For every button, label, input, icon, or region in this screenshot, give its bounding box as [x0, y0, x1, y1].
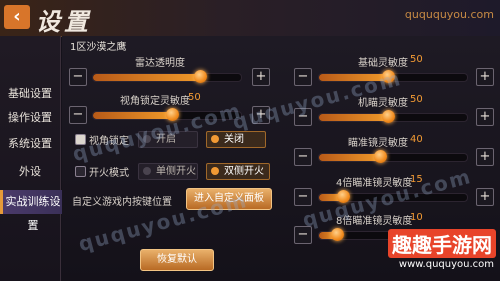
iron-sight-sens-slider[interactable]: [318, 110, 468, 123]
base-sens-minus[interactable]: −: [294, 68, 312, 86]
radio-dot-icon: [211, 167, 219, 175]
scope-sens-fill: [319, 154, 381, 161]
fire-mode-double-radio[interactable]: 双侧开火: [206, 163, 270, 180]
scope-sens-minus[interactable]: −: [294, 148, 312, 166]
custom-panel-button[interactable]: 进入自定义面板: [186, 188, 272, 210]
view-lock-sens-fill: [93, 112, 173, 119]
radio-dot-icon: [211, 135, 219, 143]
scope-sens-slider[interactable]: [318, 150, 468, 163]
view-lock-sens-minus[interactable]: −: [69, 106, 87, 124]
view-lock-sens-knob[interactable]: [166, 108, 179, 121]
watermark-top: quququyou.com: [404, 8, 494, 21]
iron-sight-sens-label: 机瞄灵敏度: [358, 98, 408, 109]
back-icon[interactable]: ‹: [4, 5, 30, 29]
scope-sens-value: 40: [410, 134, 423, 145]
sidebar-item-basic[interactable]: 基础设置: [0, 82, 60, 106]
iron-sight-sens-knob[interactable]: [382, 110, 395, 123]
sidebar-item-controls[interactable]: 操作设置: [0, 106, 60, 130]
view-lock-sens-plus[interactable]: +: [252, 106, 270, 124]
scope8x-sens-label: 8倍瞄准镜灵敏度: [336, 216, 413, 227]
custom-layout-label: 自定义游戏内按键位置: [72, 197, 172, 208]
view-lock-sens-label: 视角锁定灵敏度: [120, 96, 190, 107]
scope8x-sens-knob[interactable]: [331, 228, 344, 241]
scope4x-sens-value: 15: [410, 174, 423, 185]
sidebar-item-system[interactable]: 系统设置: [0, 132, 60, 156]
brand-url: www.ququyou.com: [398, 259, 494, 270]
scope-sens-knob[interactable]: [374, 150, 387, 163]
radio-dot-icon: [143, 135, 151, 143]
header-bar: ‹ 设置 quququyou.com: [0, 0, 500, 37]
view-lock-label: 视角锁定: [89, 136, 129, 147]
iron-sight-sens-value: 50: [410, 94, 423, 105]
radar-opacity-label: 雷达透明度: [135, 58, 185, 69]
base-sens-knob[interactable]: [382, 70, 395, 83]
iron-sight-sens-fill: [319, 114, 389, 121]
scope4x-sens-slider[interactable]: [318, 190, 468, 203]
base-sens-value: 50: [410, 54, 423, 65]
scope4x-sens-plus[interactable]: +: [476, 188, 494, 206]
radar-opacity-knob[interactable]: [194, 70, 207, 83]
scope-sens-label: 瞄准镜灵敏度: [348, 138, 408, 149]
fire-mode-single-radio[interactable]: 单侧开火: [138, 163, 198, 180]
base-sens-fill: [319, 74, 389, 81]
brand-logo: 趣趣手游网 www.ququyou.com: [378, 229, 496, 277]
view-lock-checkbox[interactable]: [75, 134, 86, 145]
scope4x-sens-label: 4倍瞄准镜灵敏度: [336, 178, 413, 189]
scope-sens-plus[interactable]: +: [476, 148, 494, 166]
page-title: 设置: [36, 8, 92, 36]
view-lock-off-radio[interactable]: 关闭: [206, 131, 266, 148]
fire-mode-label: 开火模式: [89, 168, 129, 179]
base-sens-slider[interactable]: [318, 70, 468, 83]
sidebar: 基础设置 操作设置 系统设置 外设 实战训练设置: [0, 36, 63, 281]
scope4x-sens-knob[interactable]: [337, 190, 350, 203]
radio-dot-icon: [143, 167, 151, 175]
radar-opacity-slider[interactable]: [92, 70, 242, 83]
brand-title: 趣趣手游网: [388, 229, 496, 258]
sidebar-item-peripheral[interactable]: 外设: [0, 160, 60, 184]
server-name: 1区沙漠之鹰: [70, 42, 127, 53]
scope8x-sens-minus[interactable]: −: [294, 226, 312, 244]
iron-sight-sens-minus[interactable]: −: [294, 108, 312, 126]
radar-opacity-minus[interactable]: −: [69, 68, 87, 86]
fire-mode-checkbox[interactable]: [75, 166, 86, 177]
base-sens-plus[interactable]: +: [476, 68, 494, 86]
view-lock-sens-slider[interactable]: [92, 108, 242, 121]
view-lock-on-radio[interactable]: 开启: [138, 131, 198, 148]
iron-sight-sens-plus[interactable]: +: [476, 108, 494, 126]
scope4x-sens-minus[interactable]: −: [294, 188, 312, 206]
radar-opacity-fill: [93, 74, 201, 81]
base-sens-label: 基础灵敏度: [358, 58, 408, 69]
scope8x-sens-value: 10: [410, 212, 423, 223]
radar-opacity-plus[interactable]: +: [252, 68, 270, 86]
reset-default-button[interactable]: 恢复默认: [140, 249, 214, 271]
sidebar-item-training[interactable]: 实战训练设置: [0, 190, 63, 232]
view-lock-sens-value: 50: [188, 92, 201, 103]
